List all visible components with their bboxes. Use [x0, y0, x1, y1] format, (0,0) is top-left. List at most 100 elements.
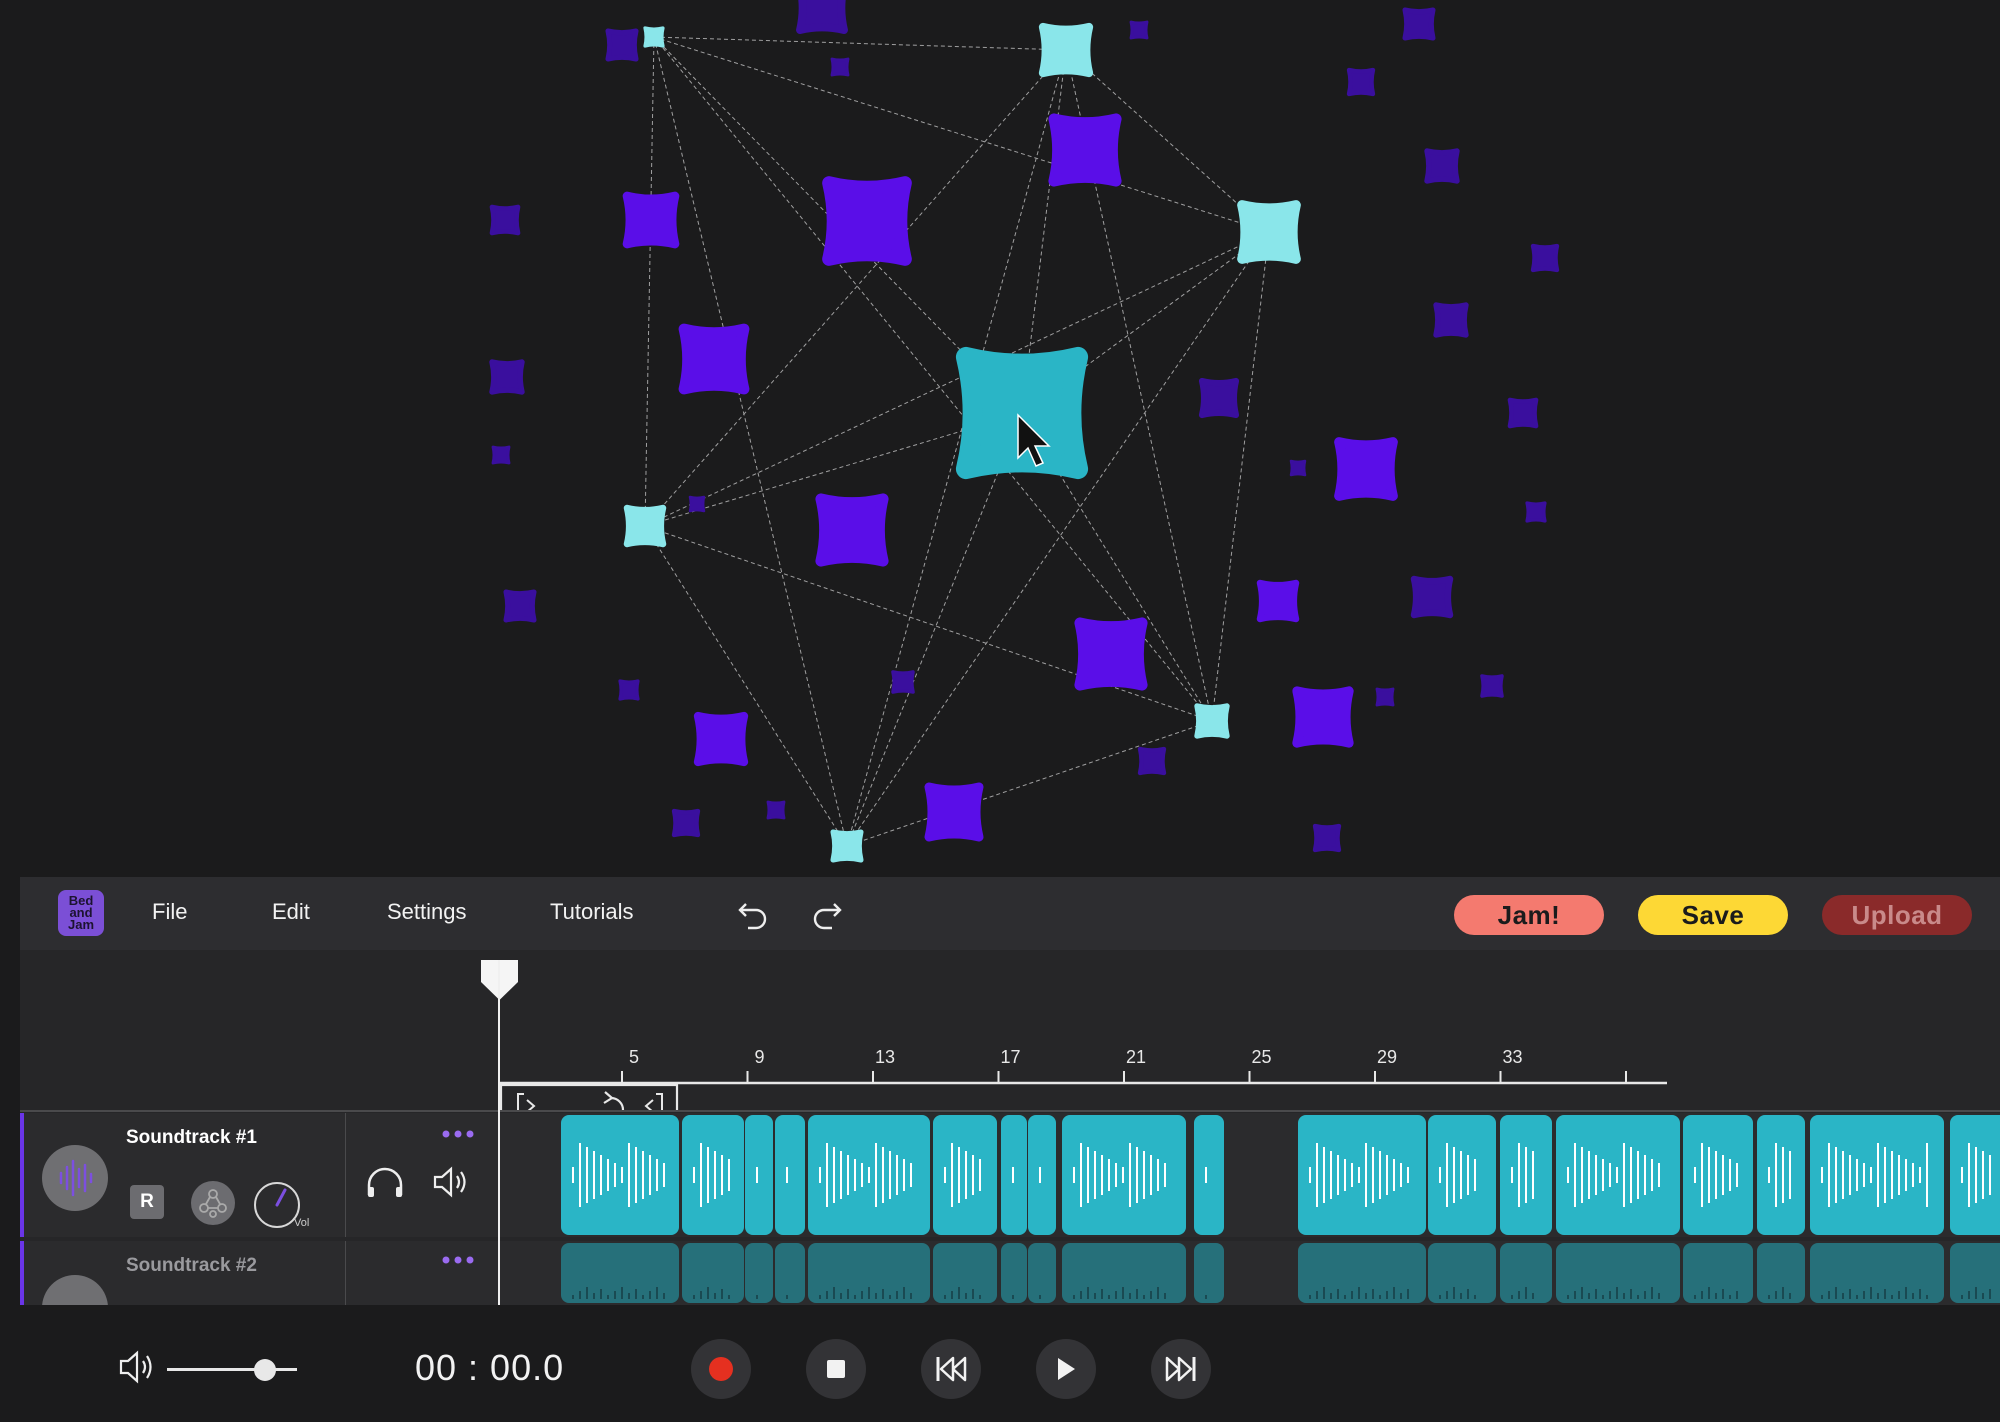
graph-node: [503, 589, 537, 623]
app-logo[interactable]: Bed and Jam: [58, 890, 104, 936]
master-volume-icon[interactable]: [118, 1349, 158, 1390]
audio-clip[interactable]: [1194, 1243, 1224, 1303]
undo-icon[interactable]: [736, 897, 770, 936]
audio-clip[interactable]: [1428, 1115, 1496, 1235]
audio-clip[interactable]: [1194, 1115, 1224, 1235]
graph-node: [1424, 148, 1460, 184]
ruler-divider: [20, 1110, 2000, 1112]
menu-settings[interactable]: Settings: [387, 899, 467, 925]
jam-button[interactable]: Jam!: [1454, 895, 1604, 935]
audio-clip[interactable]: [1062, 1115, 1186, 1235]
fast-forward-button[interactable]: [1151, 1339, 1211, 1399]
audio-clip[interactable]: [1683, 1115, 1753, 1235]
audio-clip[interactable]: [561, 1243, 679, 1303]
audio-clip[interactable]: [775, 1115, 805, 1235]
graph-edge: [644, 36, 655, 527]
redo-icon[interactable]: [810, 897, 844, 936]
audio-clip[interactable]: [682, 1243, 744, 1303]
audio-clip[interactable]: [775, 1243, 805, 1303]
upload-button[interactable]: Upload: [1822, 895, 1972, 935]
audio-clip[interactable]: [1500, 1243, 1552, 1303]
graph-edge: [846, 720, 1213, 847]
audio-clip[interactable]: [1001, 1243, 1027, 1303]
graph-node: [1433, 302, 1469, 338]
menu-file[interactable]: File: [152, 899, 187, 925]
clip-waveform: [1439, 1287, 1476, 1299]
audio-clip[interactable]: [1298, 1243, 1426, 1303]
audio-clip[interactable]: [745, 1115, 773, 1235]
track-clips[interactable]: [20, 1241, 2000, 1305]
audio-clip[interactable]: [1428, 1243, 1496, 1303]
audio-clip[interactable]: [808, 1115, 930, 1235]
track-row[interactable]: Soundtrack #2: [20, 1241, 2000, 1305]
clip-waveform: [693, 1143, 730, 1207]
graph-node: [1289, 459, 1307, 477]
node-graph[interactable]: [0, 0, 2000, 880]
rewind-button[interactable]: [921, 1339, 981, 1399]
clip-waveform: [1768, 1287, 1791, 1299]
graph-node: [489, 204, 521, 236]
audio-clip[interactable]: [1028, 1243, 1056, 1303]
graph-edge: [846, 231, 1270, 847]
graph-node: [643, 26, 665, 48]
audio-clip[interactable]: [1683, 1243, 1753, 1303]
graph-node: [489, 359, 525, 395]
track-row[interactable]: Soundtrack #1 R Vol: [20, 1113, 2000, 1237]
audio-clip[interactable]: [1950, 1243, 2000, 1303]
graph-node: [1375, 687, 1395, 707]
menu-tutorials[interactable]: Tutorials: [550, 899, 634, 925]
clip-waveform: [693, 1287, 730, 1299]
audio-clip[interactable]: [1001, 1115, 1027, 1235]
loop-end-icon[interactable]: [644, 1093, 663, 1110]
logo-text: Bed and Jam: [67, 893, 95, 932]
clip-waveform: [1821, 1143, 1928, 1207]
audio-clip[interactable]: [1757, 1243, 1805, 1303]
audio-clip[interactable]: [1298, 1115, 1426, 1235]
ruler-label: 13: [875, 1047, 895, 1067]
audio-clip[interactable]: [1028, 1115, 1056, 1235]
master-volume-slider[interactable]: [167, 1359, 297, 1381]
loop-start-icon[interactable]: [517, 1093, 536, 1110]
track-clips[interactable]: [20, 1113, 2000, 1237]
transport-bar: 00 : 00.0: [0, 1315, 2000, 1422]
record-button[interactable]: [691, 1339, 751, 1399]
graph-node: [1410, 575, 1454, 619]
audio-clip[interactable]: [933, 1243, 997, 1303]
audio-clip[interactable]: [1556, 1115, 1680, 1235]
clip-waveform: [819, 1143, 912, 1207]
play-button[interactable]: [1036, 1339, 1096, 1399]
audio-clip[interactable]: [682, 1115, 744, 1235]
audio-clip[interactable]: [808, 1243, 930, 1303]
slider-thumb[interactable]: [253, 1359, 276, 1381]
timeline-ruler[interactable]: 5 9 13 17 21 25 29 33: [20, 960, 2000, 1110]
audio-clip[interactable]: [1950, 1115, 2000, 1235]
loop-region[interactable]: [499, 1083, 679, 1110]
audio-clip[interactable]: [745, 1243, 773, 1303]
audio-clip[interactable]: [1062, 1243, 1186, 1303]
loop-icon[interactable]: [599, 1091, 625, 1110]
audio-clip[interactable]: [1810, 1243, 1944, 1303]
audio-clip[interactable]: [1757, 1115, 1805, 1235]
clip-waveform: [944, 1143, 981, 1207]
graph-node: [1194, 703, 1230, 739]
clip-waveform: [1205, 1167, 1207, 1183]
audio-clip[interactable]: [1810, 1115, 1944, 1235]
clip-waveform: [944, 1287, 981, 1299]
graph-node: [693, 711, 749, 767]
graph-node: [830, 57, 850, 77]
graph-edge: [644, 525, 848, 847]
stop-button[interactable]: [806, 1339, 866, 1399]
audio-clip[interactable]: [933, 1115, 997, 1235]
audio-clip[interactable]: [1500, 1115, 1552, 1235]
node-visualizer[interactable]: [0, 0, 2000, 880]
graph-node: [1129, 20, 1149, 40]
save-button[interactable]: Save: [1638, 895, 1788, 935]
audio-clip[interactable]: [1556, 1243, 1680, 1303]
graph-node: [1334, 437, 1398, 501]
menu-edit[interactable]: Edit: [272, 899, 310, 925]
ruler-label: 33: [1502, 1047, 1522, 1067]
graph-node: [622, 191, 680, 249]
graph-edge: [846, 412, 1023, 847]
audio-clip[interactable]: [561, 1115, 679, 1235]
graph-node: [1048, 113, 1122, 187]
